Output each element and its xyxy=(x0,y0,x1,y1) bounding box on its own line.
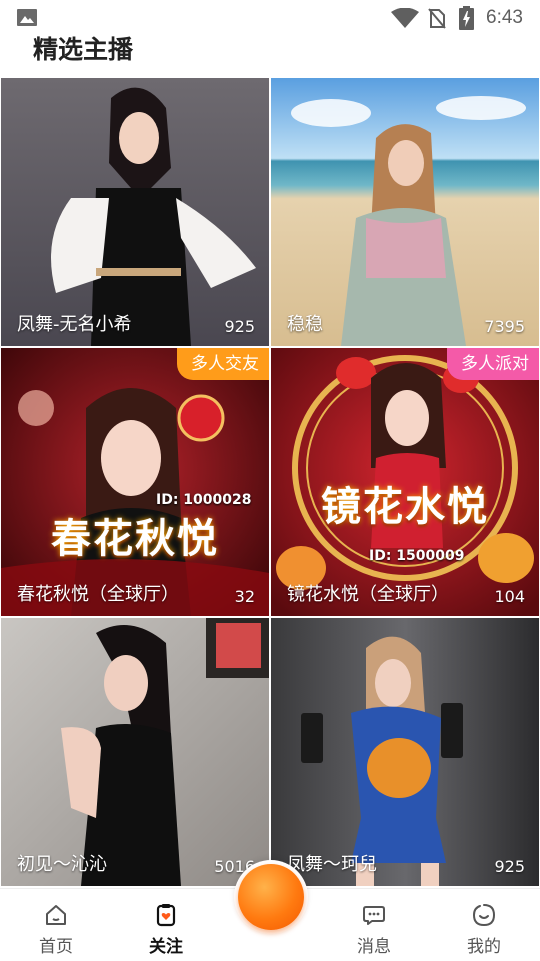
stream-card[interactable]: 多人派对 镜花水悦 ID: 1500009 镜花水悦（全球厅） 104 xyxy=(271,348,539,616)
poster-title: 春花秋悦 xyxy=(51,516,219,562)
stream-thumbnail xyxy=(1,618,269,886)
no-sim-icon xyxy=(428,8,446,29)
go-live-orb-icon xyxy=(238,864,304,930)
nav-follow[interactable]: 关注 xyxy=(121,889,211,961)
stream-card[interactable]: 凤舞-无名小希 925 xyxy=(1,78,269,346)
message-icon xyxy=(363,906,385,925)
viewer-count: 925 xyxy=(494,857,525,876)
follow-icon xyxy=(156,904,176,927)
viewer-count: 104 xyxy=(494,587,525,606)
profile-smile-icon xyxy=(472,904,496,927)
stream-name: 凤舞～珂兒 xyxy=(287,854,377,875)
image-notification-icon xyxy=(17,9,37,26)
home-icon xyxy=(46,905,66,925)
stream-name: 镜花水悦（全球厅） xyxy=(287,584,449,605)
nav-home[interactable]: 首页 xyxy=(11,889,101,961)
room-type-badge: 多人派对 xyxy=(447,348,539,380)
nav-messages[interactable]: 消息 xyxy=(329,889,419,961)
viewer-count: 925 xyxy=(224,317,255,336)
stream-name: 初见～沁沁 xyxy=(17,854,107,875)
viewer-count: 7395 xyxy=(484,317,525,336)
nav-mine[interactable]: 我的 xyxy=(439,889,529,961)
stream-name: 稳稳 xyxy=(287,314,323,335)
nav-messages-label: 消息 xyxy=(357,937,391,957)
wifi-icon xyxy=(391,8,419,28)
stream-card[interactable]: 凤舞～珂兒 925 xyxy=(271,618,539,886)
stream-name: 凤舞-无名小希 xyxy=(17,314,132,335)
viewer-count: 32 xyxy=(234,587,255,606)
page-title: 精选主播 xyxy=(33,35,134,64)
stream-card[interactable]: 稳稳 7395 xyxy=(271,78,539,346)
stream-thumbnail xyxy=(1,348,269,616)
stream-card[interactable]: 初见～沁沁 5016 xyxy=(1,618,269,886)
stream-thumbnail xyxy=(271,618,539,886)
stream-card[interactable]: 多人交友 ID: 1000028 春花秋悦 春花秋悦（全球厅） 32 xyxy=(1,348,269,616)
go-live-button[interactable] xyxy=(234,860,308,934)
poster-room-id: ID: 1500009 xyxy=(369,548,465,564)
nav-mine-label: 我的 xyxy=(467,937,501,957)
nav-follow-label: 关注 xyxy=(149,937,183,957)
poster-title: 镜花水悦 xyxy=(321,484,489,530)
room-type-badge: 多人交友 xyxy=(177,348,269,380)
battery-charging-icon xyxy=(459,6,474,30)
clock: 6:43 xyxy=(486,7,523,28)
stream-name: 春花秋悦（全球厅） xyxy=(17,584,179,605)
stream-thumbnail xyxy=(1,78,269,346)
nav-home-label: 首页 xyxy=(39,937,73,957)
stream-thumbnail xyxy=(271,78,539,346)
